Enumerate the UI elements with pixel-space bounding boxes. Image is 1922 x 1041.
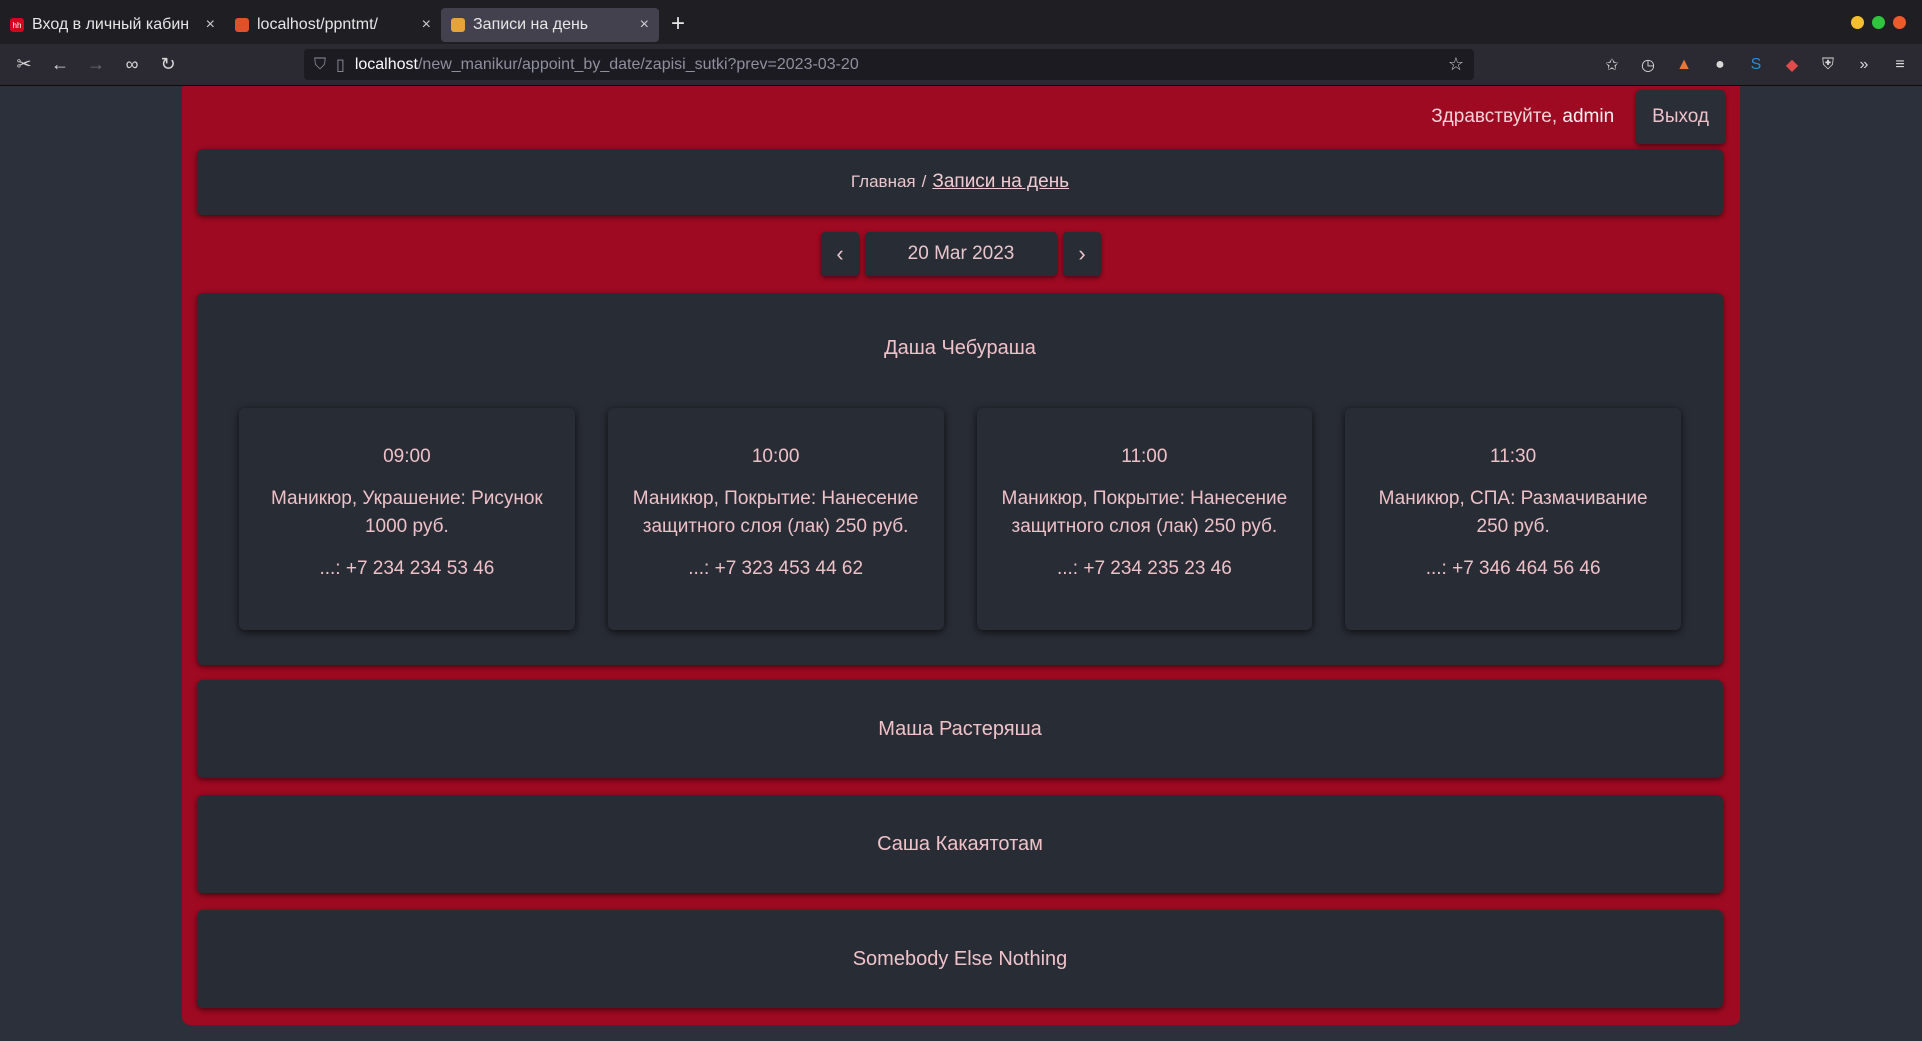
- next-day-button[interactable]: ›: [1063, 232, 1101, 276]
- appointment-card[interactable]: 10:00 Маникюр, Покрытие: Нанесение защит…: [607, 408, 944, 630]
- extension-orange-icon[interactable]: ▲: [1670, 51, 1698, 79]
- url-bar[interactable]: ⛉ ▯ localhost/new_manikur/appoint_by_dat…: [304, 49, 1474, 80]
- appointment-card[interactable]: 11:30 Маникюр, СПА: Размачивание 250 руб…: [1345, 408, 1681, 630]
- maximize-dot-icon[interactable]: [1872, 16, 1885, 29]
- reload-icon[interactable]: ↻: [150, 49, 186, 81]
- browser-tab-3-active[interactable]: Записи на день ×: [441, 8, 659, 42]
- extension-shield-icon[interactable]: ⛨: [1814, 51, 1842, 79]
- main-container: Здравствуйте, admin Выход Главная / Запи…: [182, 86, 1740, 1025]
- breadcrumb-current[interactable]: Записи на день: [932, 171, 1069, 193]
- tab-close-icon[interactable]: ×: [640, 16, 649, 34]
- pocket-icon[interactable]: ✩: [1598, 51, 1626, 79]
- greeting-text: Здравствуйте, admin: [1431, 106, 1614, 128]
- breadcrumb: Главная / Записи на день: [197, 149, 1723, 215]
- tab-close-icon[interactable]: ×: [422, 16, 431, 34]
- appointment-time: 09:00: [383, 446, 431, 467]
- prev-day-button[interactable]: ‹: [821, 232, 859, 276]
- master-card-collapsed[interactable]: Somebody Else Nothing: [197, 910, 1723, 1008]
- appointment-service: Маникюр, Украшение: Рисунок 1000 руб.: [270, 488, 543, 537]
- overflow-chevrons-icon[interactable]: »: [1850, 51, 1878, 79]
- window-controls: [1851, 16, 1906, 29]
- master-card-expanded: Даша Чебураша 09:00 Маникюр, Украшение: …: [197, 293, 1723, 665]
- extension-eraser-icon[interactable]: ◆: [1778, 51, 1806, 79]
- master-card-collapsed[interactable]: Маша Растеряша: [197, 680, 1723, 778]
- url-host: localhost: [354, 55, 418, 73]
- appointments-list: 09:00 Маникюр, Украшение: Рисунок 1000 р…: [239, 408, 1681, 630]
- tab-close-icon[interactable]: ×: [206, 16, 215, 34]
- menu-hamburger-icon[interactable]: ≡: [1886, 51, 1914, 79]
- forward-arrow-icon[interactable]: →: [78, 49, 114, 81]
- tab-title: Вход в личный кабин: [32, 16, 190, 33]
- master-name: Саша Какаятотам: [877, 832, 1043, 855]
- appointment-phone: ...: +7 323 453 44 62: [688, 558, 864, 579]
- page-viewport: Здравствуйте, admin Выход Главная / Запи…: [0, 86, 1922, 1041]
- browser-tab-1[interactable]: hh Вход в личный кабин ×: [0, 8, 225, 42]
- back-arrow-icon[interactable]: ←: [42, 49, 78, 81]
- page-favicon-icon: [451, 18, 465, 32]
- appointment-phone: ...: +7 234 235 23 46: [1056, 558, 1232, 579]
- toolbar-extensions: ✩ ◷ ▲ ● S ◆ ⛨ » ≡: [1598, 49, 1914, 81]
- greeting-label: Здравствуйте,: [1431, 106, 1558, 127]
- page-info-icon[interactable]: ▯: [336, 55, 345, 75]
- master-name[interactable]: Даша Чебураша: [197, 337, 1723, 360]
- private-mask-icon[interactable]: ∞: [114, 49, 150, 81]
- hh-favicon-icon: hh: [10, 18, 24, 32]
- appointment-service: Маникюр, СПА: Размачивание 250 руб.: [1378, 488, 1648, 537]
- tab-title: localhost/ppntmt/: [257, 16, 378, 33]
- bookmark-star-icon[interactable]: ☆: [1448, 54, 1464, 75]
- url-path: /new_manikur/appoint_by_date/zapisi_sutk…: [417, 55, 859, 73]
- appointment-time: 10:00: [751, 446, 800, 467]
- close-dot-icon[interactable]: [1893, 16, 1906, 29]
- master-name: Маша Растеряша: [878, 717, 1042, 740]
- browser-nav-bar: ✂ ← → ∞ ↻ ⛉ ▯ localhost/new_manikur/appo…: [0, 44, 1922, 86]
- tab-title: Записи на день: [473, 16, 589, 33]
- extension-circle-icon[interactable]: ●: [1706, 51, 1734, 79]
- master-name: Somebody Else Nothing: [852, 947, 1068, 970]
- extension-s-icon[interactable]: S: [1742, 51, 1770, 79]
- new-tab-plus-icon[interactable]: +: [659, 10, 697, 38]
- username: admin: [1562, 106, 1615, 127]
- breadcrumb-home[interactable]: Главная: [851, 172, 916, 192]
- appointment-service: Маникюр, Покрытие: Нанесение защитного с…: [632, 488, 919, 537]
- shield-icon[interactable]: ⛉: [314, 56, 326, 74]
- user-header: Здравствуйте, admin Выход: [1431, 90, 1725, 144]
- appointment-card[interactable]: 11:00 Маникюр, Покрытие: Нанесение защит…: [976, 408, 1313, 630]
- breadcrumb-separator: /: [921, 172, 927, 191]
- current-date[interactable]: 20 Mar 2023: [865, 232, 1057, 276]
- appointment-phone: ...: +7 346 464 56 46: [1425, 558, 1601, 579]
- date-navigator: ‹ 20 Mar 2023 ›: [182, 232, 1740, 276]
- appointment-card[interactable]: 09:00 Маникюр, Украшение: Рисунок 1000 р…: [239, 408, 575, 630]
- minimize-dot-icon[interactable]: [1851, 16, 1864, 29]
- browser-tab-2[interactable]: localhost/ppntmt/ ×: [225, 8, 441, 42]
- appointment-time: 11:30: [1490, 446, 1537, 467]
- appointment-service: Маникюр, Покрытие: Нанесение защитного с…: [1001, 488, 1288, 537]
- xampp-favicon-icon: [235, 18, 249, 32]
- history-clock-icon[interactable]: ◷: [1634, 51, 1662, 79]
- master-card-collapsed[interactable]: Саша Какаятотам: [197, 795, 1723, 893]
- screenshot-tool-icon[interactable]: ✂: [6, 49, 42, 81]
- logout-button[interactable]: Выход: [1636, 90, 1725, 144]
- browser-tab-bar: hh Вход в личный кабин × localhost/ppntm…: [0, 0, 1922, 44]
- appointment-time: 11:00: [1121, 446, 1168, 467]
- appointment-phone: ...: +7 234 234 53 46: [319, 558, 495, 579]
